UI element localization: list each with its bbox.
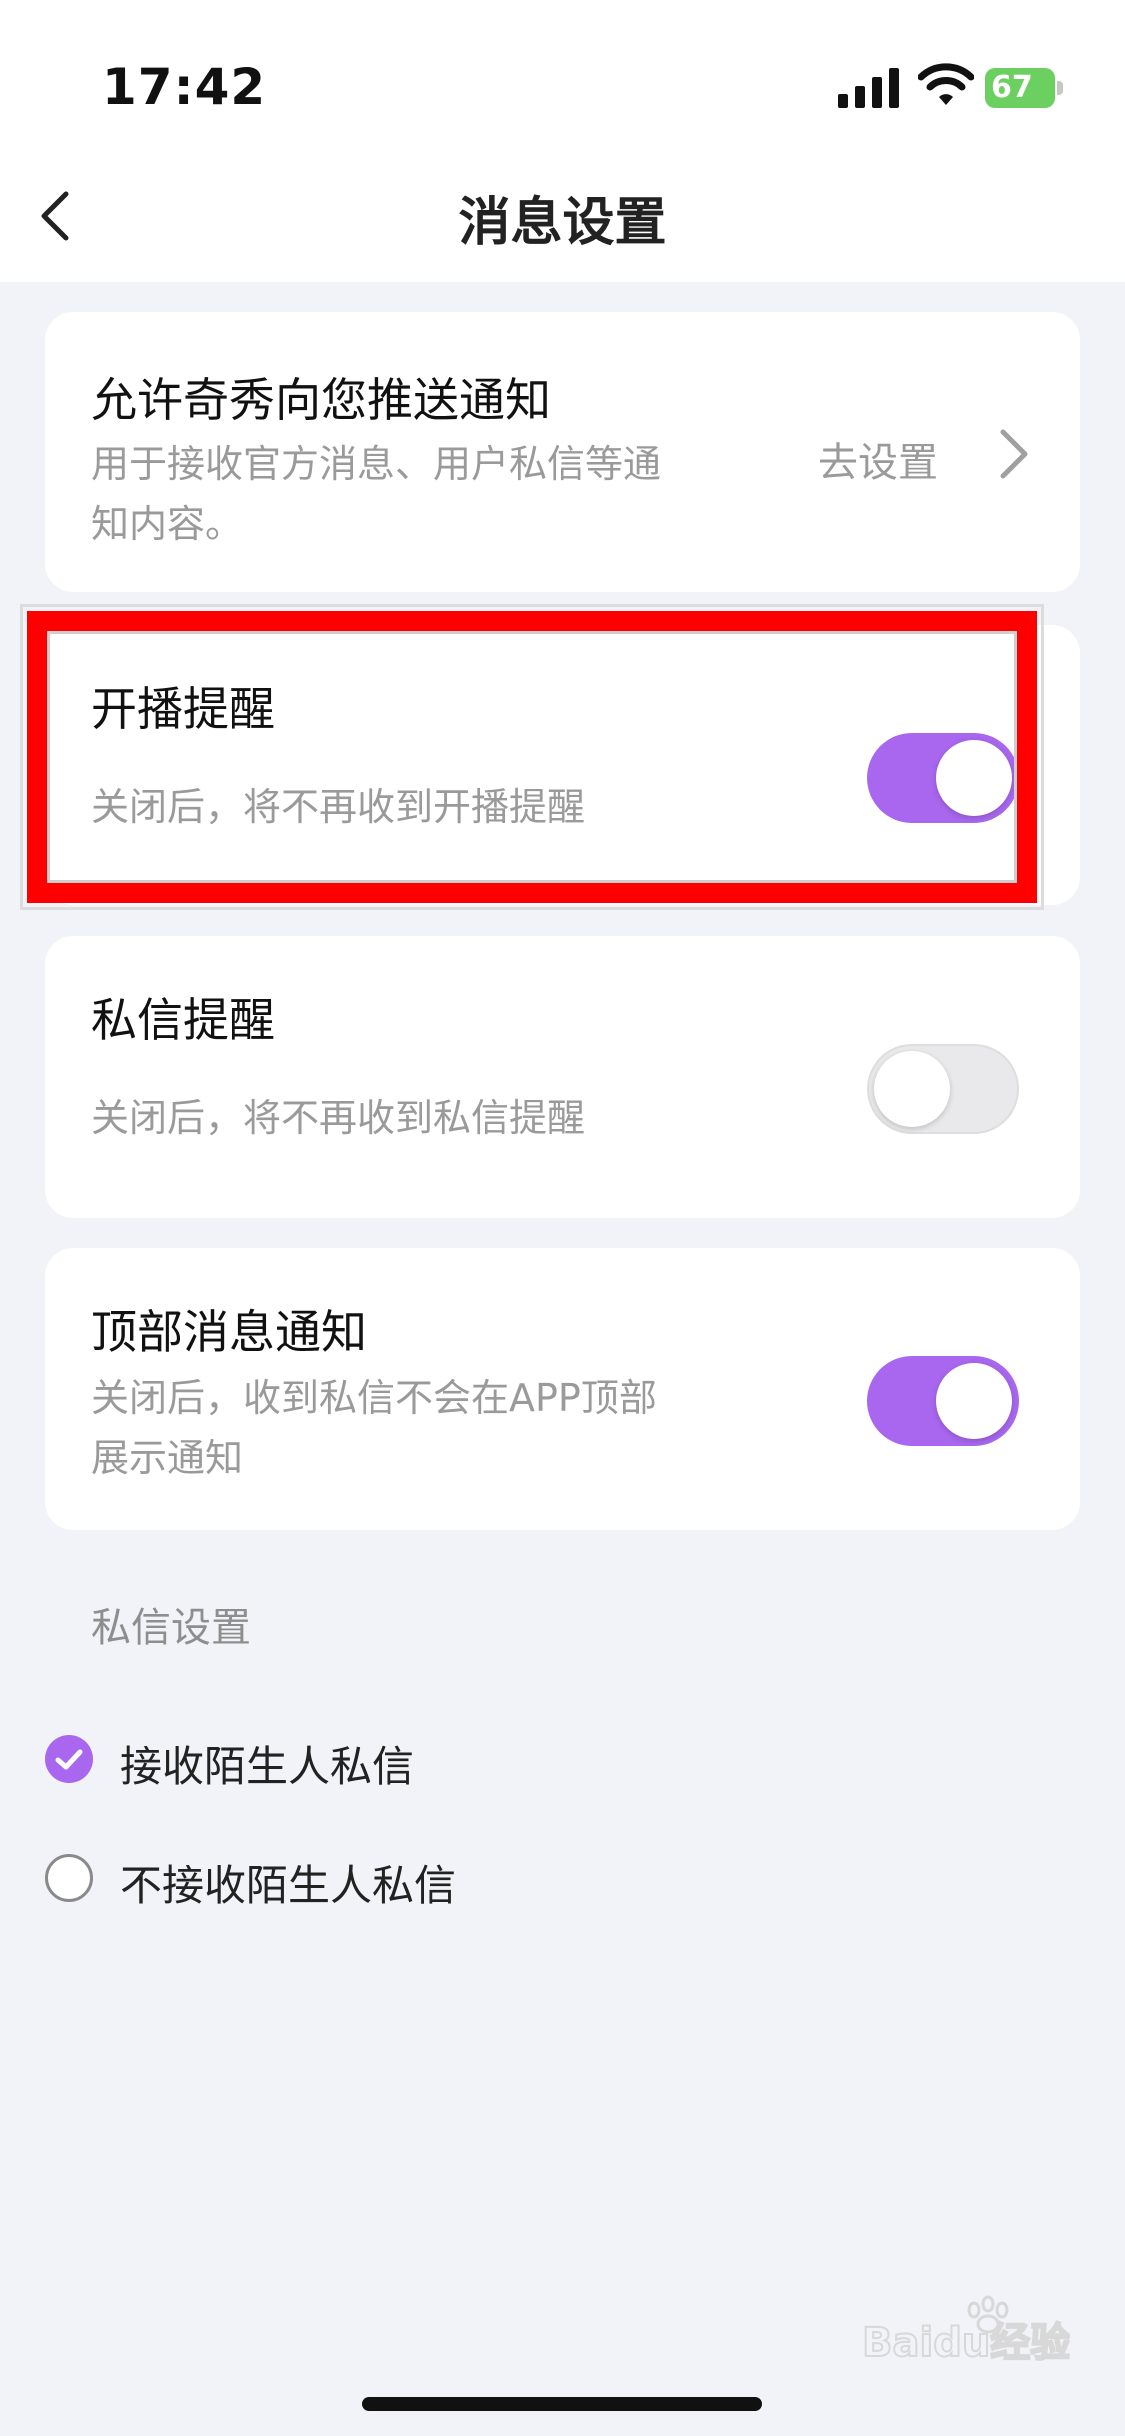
top-notification-desc-line1: 关闭后，收到私信不会在APP顶部 — [91, 1376, 657, 1420]
toggle-knob — [936, 1363, 1012, 1439]
checkmark-icon — [55, 1749, 83, 1770]
nav-bar: 消息设置 — [0, 150, 1125, 282]
reject-stranger-dm-option[interactable]: 不接收陌生人私信 — [45, 1844, 505, 1914]
status-bar: 17:42 67 — [0, 0, 1125, 150]
watermark-text: Baidu经验 — [862, 2320, 1070, 2366]
battery-level: 67 — [985, 68, 1055, 108]
push-permission-title: 允许奇秀向您推送通知 — [91, 373, 551, 427]
toggle-knob — [874, 1051, 950, 1127]
push-permission-desc-line1: 用于接收官方消息、用户私信等通 — [91, 442, 662, 486]
top-notification-card: 顶部消息通知 关闭后，收到私信不会在APP顶部 展示通知 — [45, 1248, 1080, 1530]
accept-stranger-dm-label: 接收陌生人私信 — [120, 1742, 415, 1791]
top-notification-desc-line2: 展示通知 — [91, 1436, 244, 1480]
status-time: 17:42 — [102, 58, 267, 116]
radio-unchecked[interactable] — [45, 1854, 93, 1902]
page-title: 消息设置 — [458, 193, 667, 253]
dm-reminder-desc: 关闭后，将不再收到私信提醒 — [91, 1096, 586, 1140]
push-permission-desc-line2: 知内容。 — [91, 502, 244, 546]
top-notification-toggle[interactable] — [867, 1356, 1019, 1446]
dm-reminder-card: 私信提醒 关闭后，将不再收到私信提醒 — [45, 936, 1080, 1218]
wifi-icon — [918, 63, 974, 105]
dm-reminder-title: 私信提醒 — [91, 993, 275, 1047]
go-settings-label[interactable]: 去设置 — [818, 430, 938, 488]
reject-stranger-dm-label: 不接收陌生人私信 — [120, 1861, 457, 1910]
chevron-right-icon — [1000, 429, 1028, 479]
baidu-watermark-logo: Baidu经验 — [861, 2295, 1070, 2367]
radio-checked[interactable] — [45, 1735, 93, 1783]
accept-stranger-dm-option[interactable]: 接收陌生人私信 — [45, 1725, 465, 1795]
dm-settings-section-label: 私信设置 — [91, 1605, 251, 1651]
dm-reminder-toggle[interactable] — [867, 1044, 1019, 1134]
home-indicator[interactable] — [362, 2397, 762, 2411]
top-notification-title: 顶部消息通知 — [91, 1305, 367, 1359]
battery-cap — [1057, 81, 1063, 95]
battery-icon: 67 — [985, 68, 1063, 108]
annotation-frame-inner — [47, 631, 1017, 883]
push-permission-card[interactable]: 允许奇秀向您推送通知 用于接收官方消息、用户私信等通 知内容。 去设置 — [45, 312, 1080, 592]
cellular-signal-icon — [838, 68, 899, 108]
